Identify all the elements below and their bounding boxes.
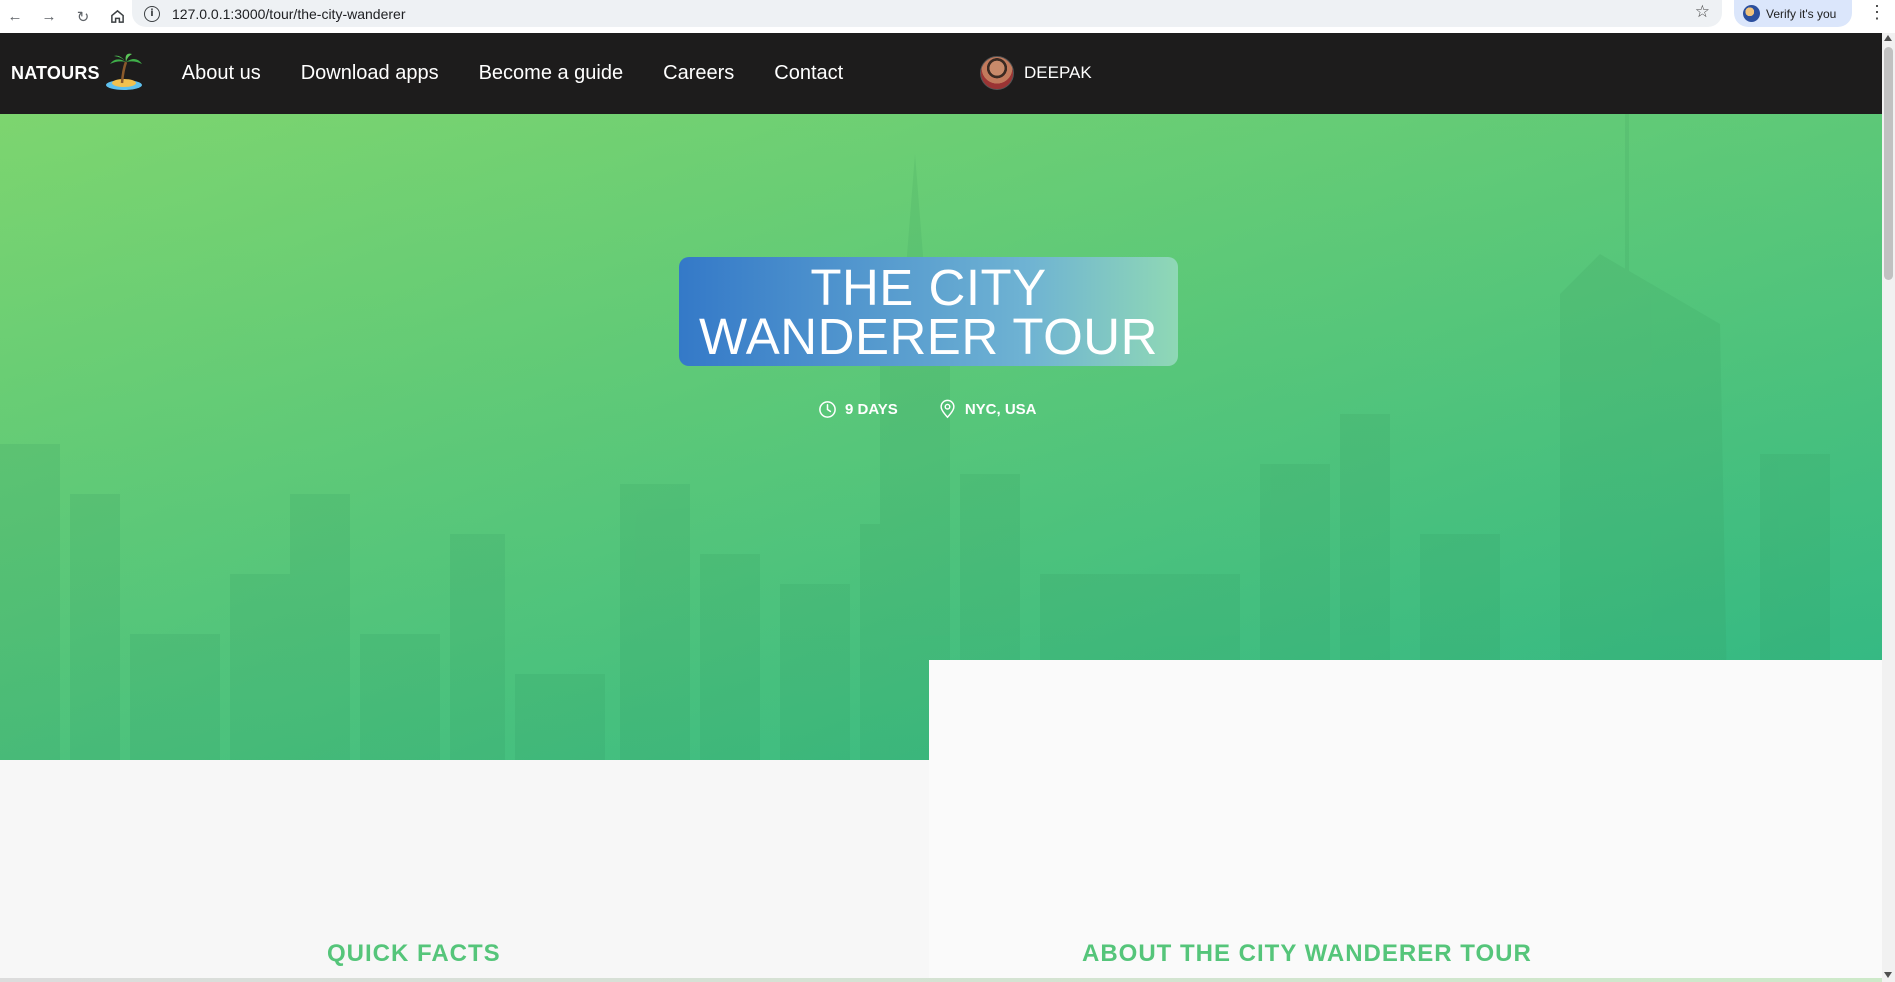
reload-icon[interactable]: ↻ [70,4,96,30]
nav-about-us[interactable]: About us [182,62,261,85]
page-title: THE CITY WANDERER TOUR [679,257,1178,366]
nav-download-apps[interactable]: Download apps [301,62,439,85]
address-bar[interactable]: i 127.0.0.1:3000/tour/the-city-wanderer … [132,0,1722,27]
scroll-down-icon[interactable] [1884,972,1892,978]
tour-details: 9 DAYS NYC, USA [818,399,1077,419]
user-name[interactable]: DEEPAK [1024,63,1092,83]
verify-identity-button[interactable]: Verify it's you [1734,0,1852,27]
palm-island-icon [105,53,142,90]
tour-location: NYC, USA [938,399,1037,419]
tour-duration: 9 DAYS [818,400,898,419]
scrollbar-thumb[interactable] [1884,47,1893,280]
clock-icon [819,400,836,418]
browser-toolbar: ← → ↻ i 127.0.0.1:3000/tour/the-city-wan… [0,0,1895,33]
map-pin-icon [940,399,955,419]
scroll-up-icon[interactable] [1884,35,1892,41]
avatar[interactable] [980,56,1014,90]
home-icon[interactable] [104,4,130,30]
section-divider [0,978,1882,982]
quick-facts-heading: QUICK FACTS [327,940,501,967]
arrow-right-icon[interactable]: → [36,4,62,30]
user-account[interactable]: DEEPAK [980,56,1092,90]
duration-text: 9 DAYS [845,400,898,418]
more-menu-icon[interactable]: ⋮ [1868,2,1886,23]
profile-avatar-icon [1743,5,1760,22]
location-text: NYC, USA [964,400,1037,418]
about-tour-heading: ABOUT THE CITY WANDERER TOUR [1082,940,1532,967]
site-header: NATOURS About us Download apps Become a … [0,33,1882,114]
site-info-icon[interactable]: i [144,5,160,22]
nav-contact[interactable]: Contact [774,62,843,85]
logo[interactable]: NATOURS [11,53,144,92]
page-scrollbar[interactable] [1882,33,1895,982]
about-section-bg [929,660,1882,982]
main-nav: About us Download apps Become a guide Ca… [182,62,883,85]
tour-title: THE CITY WANDERER TOUR [699,262,1158,362]
tour-title-line-2: WANDERER TOUR [699,307,1158,365]
bookmark-star-icon[interactable]: ☆ [1695,2,1710,22]
logo-text: NATOURS [11,63,100,83]
browser-nav-buttons: ← → ↻ [0,4,130,30]
arrow-left-icon[interactable]: ← [2,4,28,30]
nav-careers[interactable]: Careers [663,62,734,85]
nav-become-a-guide[interactable]: Become a guide [479,62,624,85]
verify-label: Verify it's you [1766,6,1837,21]
url-text[interactable]: 127.0.0.1:3000/tour/the-city-wanderer [172,6,405,22]
